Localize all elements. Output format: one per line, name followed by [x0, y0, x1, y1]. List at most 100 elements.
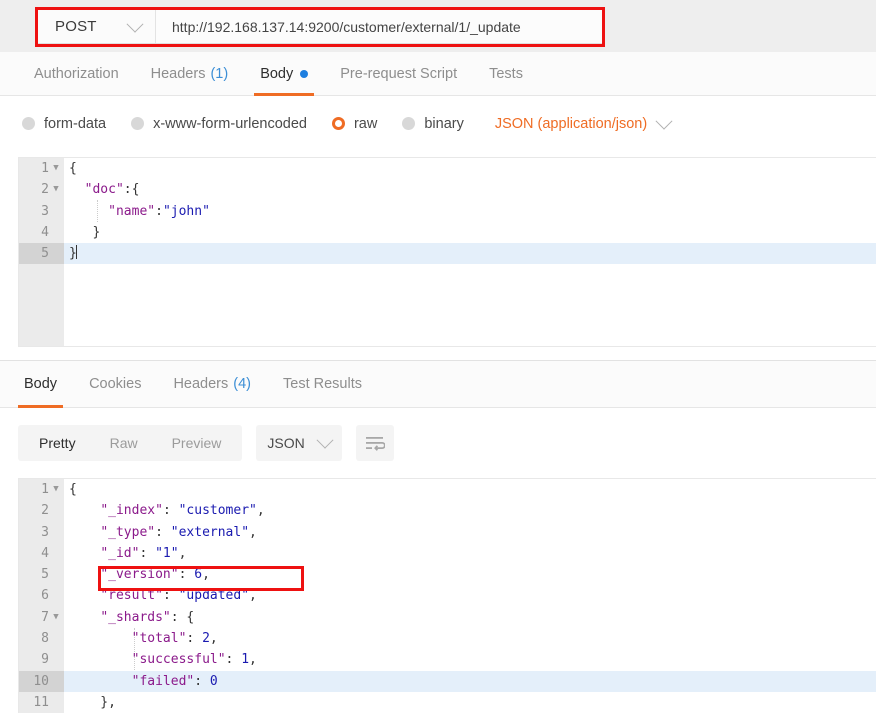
code-token: { [69, 161, 77, 176]
line-number: 4 [41, 224, 49, 240]
request-editor-code-area[interactable]: { "doc":{ "name":"john" }} [64, 158, 876, 346]
code-token: "john" [162, 203, 210, 219]
code-line[interactable]: } [64, 222, 876, 243]
code-token: , [256, 503, 265, 519]
fold-arrow-icon[interactable]: ▼ [51, 607, 61, 628]
response-tab-cookies[interactable]: Cookies [73, 361, 157, 408]
radio-binary[interactable]: binary [402, 116, 464, 132]
code-line[interactable]: } [64, 243, 876, 265]
code-token: 1 [241, 652, 250, 668]
radio-label: binary [424, 115, 464, 132]
gutter-row: 5 [19, 243, 64, 265]
code-token: } [69, 224, 101, 240]
tab-headers[interactable]: Headers (1) [135, 52, 245, 96]
code-line[interactable]: { [64, 479, 876, 500]
line-number: 9 [41, 652, 49, 668]
chevron-down-icon [126, 15, 144, 33]
gutter-row: 9 [19, 649, 64, 670]
code-token: "result" [100, 588, 163, 604]
editor-bottom-spacer [0, 347, 876, 360]
code-token: "updated" [178, 588, 250, 604]
tab-label: Pre-request Script [340, 65, 458, 82]
radio-raw[interactable]: raw [331, 116, 377, 132]
code-line[interactable]: "result": "updated", [64, 585, 876, 606]
code-token: "_index" [100, 503, 163, 519]
gutter-row: 1 ▼ [19, 158, 64, 179]
line-number: 8 [41, 631, 49, 647]
tab-label: Authorization [34, 65, 119, 82]
code-line[interactable]: "total": 2, [64, 628, 876, 649]
body-type-row: form-data x-www-form-urlencoded raw bina… [0, 96, 876, 151]
code-line[interactable]: }, [64, 692, 876, 713]
code-line[interactable]: "failed": 0 [64, 670, 876, 692]
response-body-editor[interactable]: 1▼234567▼8910111213 { "_index": "custome… [18, 478, 876, 713]
code-token: "total" [131, 631, 187, 647]
request-url-input[interactable]: http://192.168.137.14:9200/customer/exte… [156, 10, 602, 43]
view-mode-preview[interactable]: Preview [155, 425, 239, 461]
radio-x-www-form-urlencoded[interactable]: x-www-form-urlencoded [131, 116, 307, 132]
view-mode-raw[interactable]: Raw [93, 425, 155, 461]
response-editor-code-area[interactable]: { "_index": "customer", "_type": "extern… [64, 479, 876, 713]
fold-arrow-icon[interactable]: ▼ [51, 479, 61, 500]
response-toolbar: Pretty Raw Preview JSON [0, 408, 876, 478]
request-body-editor[interactable]: 1 ▼ 2 ▼ 3 4 5 { "doc":{ "name":"john" }} [18, 157, 876, 347]
tab-authorization[interactable]: Authorization [18, 52, 135, 96]
radio-form-data[interactable]: form-data [22, 116, 106, 132]
code-token: : [155, 203, 163, 219]
tab-body[interactable]: Body [244, 52, 324, 96]
response-editor-gutter: 1▼234567▼8910111213 [19, 479, 64, 713]
gutter-row: 4 [19, 543, 64, 564]
radio-label: x-www-form-urlencoded [153, 115, 307, 132]
code-line[interactable]: { [64, 158, 876, 179]
code-token: "_type" [100, 524, 156, 540]
code-token: , [249, 588, 257, 604]
response-format-selector[interactable]: JSON [256, 425, 343, 461]
gutter-row: 5 [19, 564, 64, 585]
view-mode-pretty[interactable]: Pretty [22, 425, 93, 461]
code-token: "1" [155, 545, 179, 561]
code-line[interactable]: "successful": 1, [64, 649, 876, 670]
radio-icon [402, 117, 416, 130]
tab-pre-request-script[interactable]: Pre-request Script [324, 52, 473, 96]
text-caret [75, 245, 77, 260]
word-wrap-button[interactable] [356, 425, 395, 461]
response-tab-test-results[interactable]: Test Results [267, 361, 378, 408]
code-token: "customer" [178, 503, 257, 519]
code-token: "doc" [84, 182, 124, 198]
content-type-selector[interactable]: JSON (application/json) [495, 112, 673, 132]
radio-icon [22, 117, 35, 130]
fold-arrow-icon[interactable]: ▼ [51, 158, 61, 179]
code-token: "name" [108, 203, 156, 219]
tab-tests[interactable]: Tests [473, 52, 539, 96]
code-token: : [186, 631, 203, 647]
code-token: 2 [202, 631, 210, 647]
code-line[interactable]: "_index": "customer", [64, 500, 876, 521]
code-token: 6 [194, 567, 203, 583]
http-method-selector[interactable]: POST [38, 10, 156, 43]
code-line[interactable]: "_type": "external", [64, 522, 876, 543]
code-token: "_shards" [100, 609, 171, 625]
code-line[interactable]: "name":"john" [64, 201, 876, 222]
response-tab-body[interactable]: Body [8, 361, 73, 408]
gutter-row: 6 [19, 585, 64, 606]
gutter-row: 7 ▼ [19, 607, 64, 628]
tab-label: Cookies [89, 376, 142, 392]
code-line[interactable]: "doc":{ [64, 179, 876, 200]
code-line[interactable]: "_id": "1", [64, 543, 876, 564]
code-token: "successful" [131, 652, 226, 668]
code-token: , [249, 524, 257, 540]
code-line[interactable]: "_shards": { [64, 607, 876, 628]
view-mode-label: Pretty [39, 435, 76, 451]
code-token: "external" [170, 524, 250, 540]
fold-arrow-icon[interactable]: ▼ [51, 179, 61, 200]
line-number: 11 [33, 694, 49, 710]
line-number: 5 [41, 567, 49, 583]
request-tab-bar: Authorization Headers (1) Body Pre-reque… [0, 52, 876, 96]
code-line[interactable]: "_version": 6, [64, 564, 876, 585]
response-tab-headers[interactable]: Headers (4) [157, 361, 267, 408]
gutter-row: 4 [19, 222, 64, 243]
